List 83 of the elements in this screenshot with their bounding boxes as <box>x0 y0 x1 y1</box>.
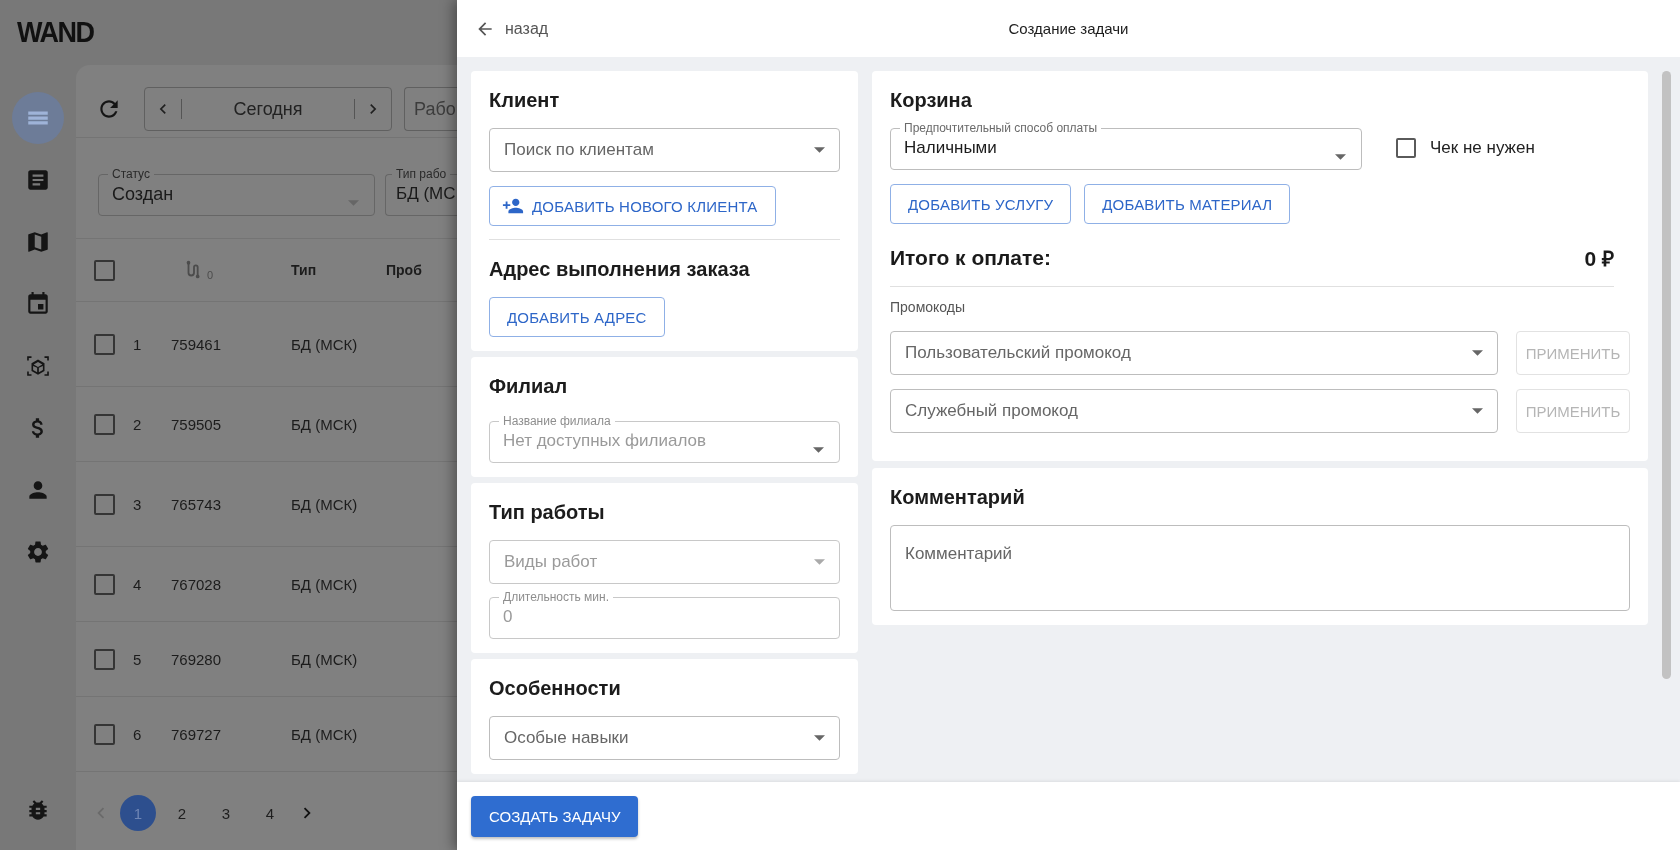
caret-icon <box>814 559 825 565</box>
checkbox[interactable] <box>94 723 115 745</box>
table-cell-text: БД (МСК) <box>291 575 359 593</box>
field-label: Название филиала <box>502 414 612 428</box>
cube-icon <box>25 353 51 379</box>
page-button[interactable]: 3 <box>208 795 244 831</box>
checkbox[interactable] <box>94 493 115 515</box>
payment-method-select[interactable]: Предпочтительный способ оплаты Наличными <box>890 121 1362 170</box>
add-address-button[interactable]: ДОБАВИТЬ АДРЕС <box>489 297 665 337</box>
field-value: Создан <box>112 184 174 204</box>
table-cell-text: БД (МСК) <box>291 415 359 433</box>
table-cell-text: 769727 <box>171 725 223 743</box>
field-value: 0 <box>503 607 513 626</box>
checkbox[interactable] <box>94 259 115 281</box>
promo-code-select[interactable]: Служебный промокод <box>890 389 1498 433</box>
page-button[interactable]: 2 <box>164 795 200 831</box>
table-cell-text: БД (МСК) <box>291 725 359 743</box>
caret-icon <box>813 447 824 453</box>
caret-icon <box>1472 350 1483 356</box>
column-header[interactable]: Тип <box>291 262 386 278</box>
section-heading: Особенности <box>489 677 622 700</box>
field-value: БД (МС <box>396 184 456 203</box>
table-cell-text: БД (МСК) <box>291 650 359 668</box>
caret-icon <box>814 147 825 153</box>
table-cell-text: 759505 <box>171 415 223 433</box>
comment-field[interactable]: Комментарий <box>890 525 1630 611</box>
field-label: Статус <box>111 167 151 181</box>
client-search-field[interactable]: Поиск по клиентам <box>489 128 840 172</box>
row-number: 4 <box>132 575 143 593</box>
section-heading: Комментарий <box>890 486 1026 509</box>
section-heading: Клиент <box>489 89 561 112</box>
document-icon <box>25 167 51 193</box>
row-number: 5 <box>132 650 143 668</box>
section-heading: Адрес выполнения заказа <box>489 258 751 281</box>
total-label: Итого к оплате: <box>890 246 1051 270</box>
filter-field[interactable]: Статус Создан <box>98 167 375 216</box>
skills-select[interactable]: Особые навыки <box>489 716 840 760</box>
drawer-title: Создание задачи <box>1008 20 1129 37</box>
table-cell-text: 769280 <box>171 650 223 668</box>
row-number: 2 <box>132 415 143 433</box>
field-label: Тип рабо <box>395 167 448 181</box>
checkbox[interactable] <box>94 333 115 355</box>
table-cell-text: БД (МСК) <box>291 335 359 353</box>
add-service-button[interactable]: ДОБАВИТЬ УСЛУГУ <box>890 184 1072 224</box>
page-button[interactable]: 1 <box>120 795 156 831</box>
checkbox[interactable] <box>94 573 115 595</box>
section-heading: Тип работы <box>489 501 606 524</box>
checkbox[interactable] <box>94 648 115 670</box>
field-value: Наличными <box>904 138 997 157</box>
section-heading: Филиал <box>489 375 569 398</box>
section-heading: Корзина <box>890 89 973 112</box>
row-number: 1 <box>132 335 143 353</box>
settings-icon <box>25 539 51 565</box>
add-client-button[interactable]: ДОБАВИТЬ НОВОГО КЛИЕНТА <box>489 186 776 226</box>
add-material-button[interactable]: ДОБАВИТЬ МАТЕРИАЛ <box>1084 184 1291 224</box>
scrollbar-thumb[interactable] <box>1662 71 1671 679</box>
section-label: Промокоды <box>890 299 967 315</box>
calendar-icon <box>25 291 51 317</box>
field-label: Предпочтительный способ оплаты <box>903 121 1099 135</box>
table-cell-text: 759461 <box>171 335 223 353</box>
caret-icon <box>814 735 825 741</box>
row-number: 3 <box>132 495 143 513</box>
table-cell-text: БД (МСК) <box>291 495 359 513</box>
row-number: 6 <box>132 725 143 743</box>
logo: WAND <box>17 15 94 50</box>
field-label: Длительность мин. <box>502 590 611 604</box>
nav-item[interactable] <box>12 92 64 144</box>
caret-icon <box>1335 154 1346 160</box>
table-cell-text: 765743 <box>171 495 223 513</box>
checkbox[interactable] <box>1396 138 1416 158</box>
table-cell-text: 767028 <box>171 575 223 593</box>
back-button[interactable]: назад <box>475 18 549 39</box>
total-amount: 0 ₽ <box>1584 246 1614 272</box>
promo-code-select[interactable]: Пользовательский промокод <box>890 331 1498 375</box>
map-icon <box>25 229 51 255</box>
date-label[interactable]: Сегодня <box>182 98 354 120</box>
create-task-button[interactable]: СОЗДАТЬ ЗАДАЧУ <box>471 795 639 837</box>
page-button[interactable]: 4 <box>252 795 288 831</box>
checkbox[interactable] <box>94 413 115 435</box>
checkbox-label[interactable]: Чек не нужен <box>1430 138 1535 158</box>
caret-icon <box>1472 408 1483 414</box>
column-header[interactable]: Проб <box>386 262 422 278</box>
caret-icon <box>348 200 359 206</box>
